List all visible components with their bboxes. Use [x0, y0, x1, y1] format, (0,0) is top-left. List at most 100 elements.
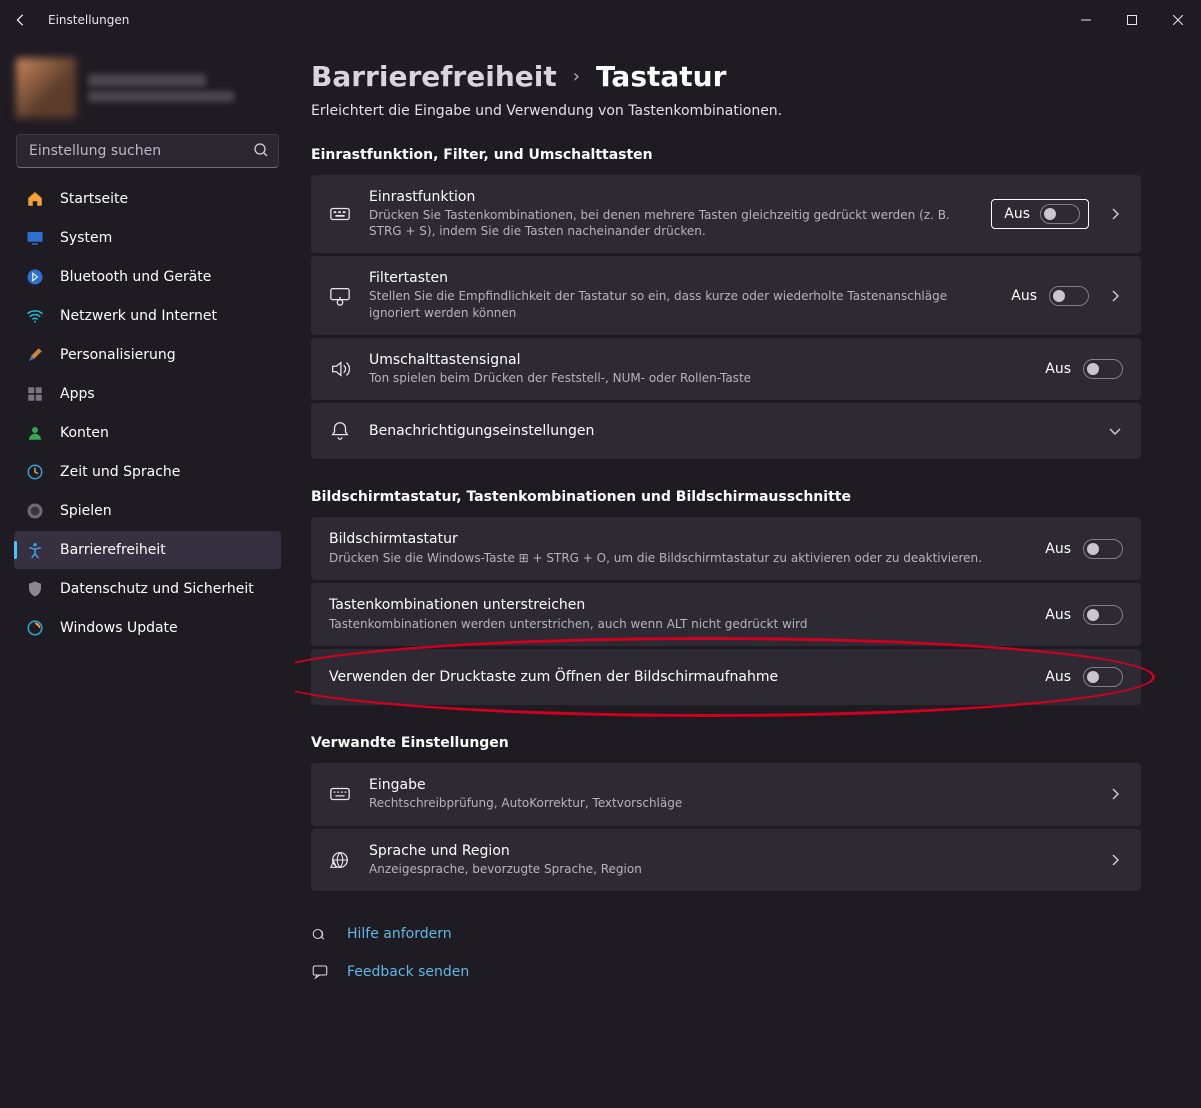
minimize-button[interactable] — [1063, 0, 1109, 40]
close-button[interactable] — [1155, 0, 1201, 40]
setting-title: Sprache und Region — [369, 843, 1089, 859]
search-box[interactable] — [16, 134, 279, 168]
main-content: Barrierefreiheit › Tastatur Erleichtert … — [295, 40, 1201, 1108]
nav-label: Konten — [60, 425, 109, 441]
setting-title: Umschalttastensignal — [369, 352, 1027, 368]
update-icon — [26, 619, 44, 637]
setting-sticky-keys[interactable]: Einrastfunktion Drücken Sie Tastenkombin… — [311, 175, 1141, 253]
toggle-underline-shortcuts[interactable]: Aus — [1045, 605, 1123, 625]
nav-label: System — [60, 230, 112, 246]
chevron-right-icon: › — [573, 66, 580, 87]
setting-title: Benachrichtigungseinstellungen — [369, 423, 1089, 439]
setting-underline-shortcuts[interactable]: Tastenkombinationen unterstreichen Taste… — [311, 583, 1141, 646]
setting-subtitle: Drücken Sie Tastenkombinationen, bei den… — [369, 207, 973, 239]
person-icon — [26, 424, 44, 442]
section-sticky-filter-toggle: Einrastfunktion, Filter, und Umschalttas… — [311, 147, 1141, 163]
setting-subtitle: Rechtschreibprüfung, AutoKorrektur, Text… — [369, 795, 1089, 811]
chevron-right-icon[interactable] — [1107, 290, 1123, 302]
nav-bluetooth[interactable]: Bluetooth und Geräte — [14, 258, 281, 296]
setting-on-screen-keyboard[interactable]: Bildschirmtastatur Drücken Sie die Windo… — [311, 517, 1141, 580]
section-osk-shortcuts-snips: Bildschirmtastatur, Tastenkombinationen … — [311, 489, 1141, 505]
related-typing[interactable]: Eingabe Rechtschreibprüfung, AutoKorrekt… — [311, 763, 1141, 825]
nav-home[interactable]: Startseite — [14, 180, 281, 218]
nav-time-language[interactable]: Zeit und Sprache — [14, 453, 281, 491]
title-bar: Einstellungen — [0, 0, 1201, 40]
nav-label: Zeit und Sprache — [60, 464, 180, 480]
bell-icon — [329, 420, 351, 442]
toggle-switch[interactable] — [1083, 667, 1123, 687]
sticky-keys-icon — [329, 203, 351, 225]
toggle-on-screen-keyboard[interactable]: Aus — [1045, 539, 1123, 559]
nav-label: Spielen — [60, 503, 112, 519]
feedback-link-row: Feedback senden — [311, 963, 1141, 981]
wifi-icon — [26, 307, 44, 325]
nav-accounts[interactable]: Konten — [14, 414, 281, 452]
setting-title: Bildschirmtastatur — [329, 531, 1027, 547]
nav-accessibility[interactable]: Barrierefreiheit — [14, 531, 281, 569]
home-icon — [26, 190, 44, 208]
related-language-region[interactable]: Sprache und Region Anzeigesprache, bevor… — [311, 829, 1141, 891]
setting-title: Eingabe — [369, 777, 1089, 793]
chevron-right-icon[interactable] — [1107, 854, 1123, 866]
toggle-switch[interactable] — [1049, 286, 1089, 306]
feedback-link[interactable]: Feedback senden — [347, 964, 469, 980]
filter-keys-icon — [329, 285, 351, 307]
nav-label: Windows Update — [60, 620, 178, 636]
toggle-switch[interactable] — [1083, 539, 1123, 559]
user-profile[interactable] — [16, 58, 279, 118]
nav-label: Personalisierung — [60, 347, 176, 363]
apps-icon — [26, 385, 44, 403]
bluetooth-icon — [26, 268, 44, 286]
keyboard-icon — [329, 783, 351, 805]
page-description: Erleichtert die Eingabe und Verwendung v… — [311, 103, 1141, 119]
chevron-right-icon[interactable] — [1107, 208, 1123, 220]
help-link-row: Hilfe anfordern — [311, 925, 1141, 943]
setting-filter-keys[interactable]: Filtertasten Stellen Sie die Empfindlich… — [311, 256, 1141, 334]
setting-subtitle: Tastenkombinationen werden unterstrichen… — [329, 616, 1027, 632]
setting-subtitle: Anzeigesprache, bevorzugte Sprache, Regi… — [369, 861, 1089, 877]
nav-personalization[interactable]: Personalisierung — [14, 336, 281, 374]
setting-print-screen-snipping[interactable]: Verwenden der Drucktaste zum Öffnen der … — [311, 649, 1141, 705]
search-input[interactable] — [16, 134, 279, 168]
page-title: Tastatur — [596, 60, 726, 93]
search-icon — [253, 142, 269, 158]
toggle-filter-keys[interactable]: Aus — [1011, 286, 1089, 306]
nav-system[interactable]: System — [14, 219, 281, 257]
setting-subtitle: Drücken Sie die Windows-Taste ⊞ + STRG +… — [329, 550, 1027, 566]
setting-subtitle: Stellen Sie die Empfindlichkeit der Tast… — [369, 288, 993, 320]
nav-label: Datenschutz und Sicherheit — [60, 581, 254, 597]
breadcrumb-parent[interactable]: Barrierefreiheit — [311, 60, 557, 93]
chevron-down-icon[interactable] — [1107, 425, 1123, 437]
nav-gaming[interactable]: Spielen — [14, 492, 281, 530]
toggle-switch[interactable] — [1040, 204, 1080, 224]
toggle-toggle-keys-signal[interactable]: Aus — [1045, 359, 1123, 379]
window-controls — [1063, 0, 1201, 40]
nav-label: Bluetooth und Geräte — [60, 269, 211, 285]
setting-notification-settings[interactable]: Benachrichtigungseinstellungen — [311, 403, 1141, 459]
accessibility-icon — [26, 541, 44, 559]
nav-privacy[interactable]: Datenschutz und Sicherheit — [14, 570, 281, 608]
nav-label: Startseite — [60, 191, 128, 207]
sidebar: Startseite System Bluetooth und Geräte N… — [0, 40, 295, 1108]
nav-network[interactable]: Netzwerk und Internet — [14, 297, 281, 335]
breadcrumb: Barrierefreiheit › Tastatur — [311, 60, 1141, 93]
sound-icon — [329, 358, 351, 380]
window-title: Einstellungen — [48, 13, 129, 27]
toggle-sticky-keys[interactable]: Aus — [991, 199, 1089, 229]
help-icon — [311, 925, 329, 943]
shield-icon — [26, 580, 44, 598]
section-related-settings: Verwandte Einstellungen — [311, 735, 1141, 751]
toggle-switch[interactable] — [1083, 359, 1123, 379]
maximize-button[interactable] — [1109, 0, 1155, 40]
help-link[interactable]: Hilfe anfordern — [347, 926, 452, 942]
setting-title: Tastenkombinationen unterstreichen — [329, 597, 1027, 613]
nav-apps[interactable]: Apps — [14, 375, 281, 413]
toggle-print-screen-snipping[interactable]: Aus — [1045, 667, 1123, 687]
chevron-right-icon[interactable] — [1107, 788, 1123, 800]
toggle-switch[interactable] — [1083, 605, 1123, 625]
setting-toggle-keys-signal[interactable]: Umschalttastensignal Ton spielen beim Dr… — [311, 338, 1141, 400]
nav-windows-update[interactable]: Windows Update — [14, 609, 281, 647]
nav-label: Barrierefreiheit — [60, 542, 166, 558]
setting-title: Einrastfunktion — [369, 189, 973, 205]
back-button[interactable] — [14, 13, 28, 27]
